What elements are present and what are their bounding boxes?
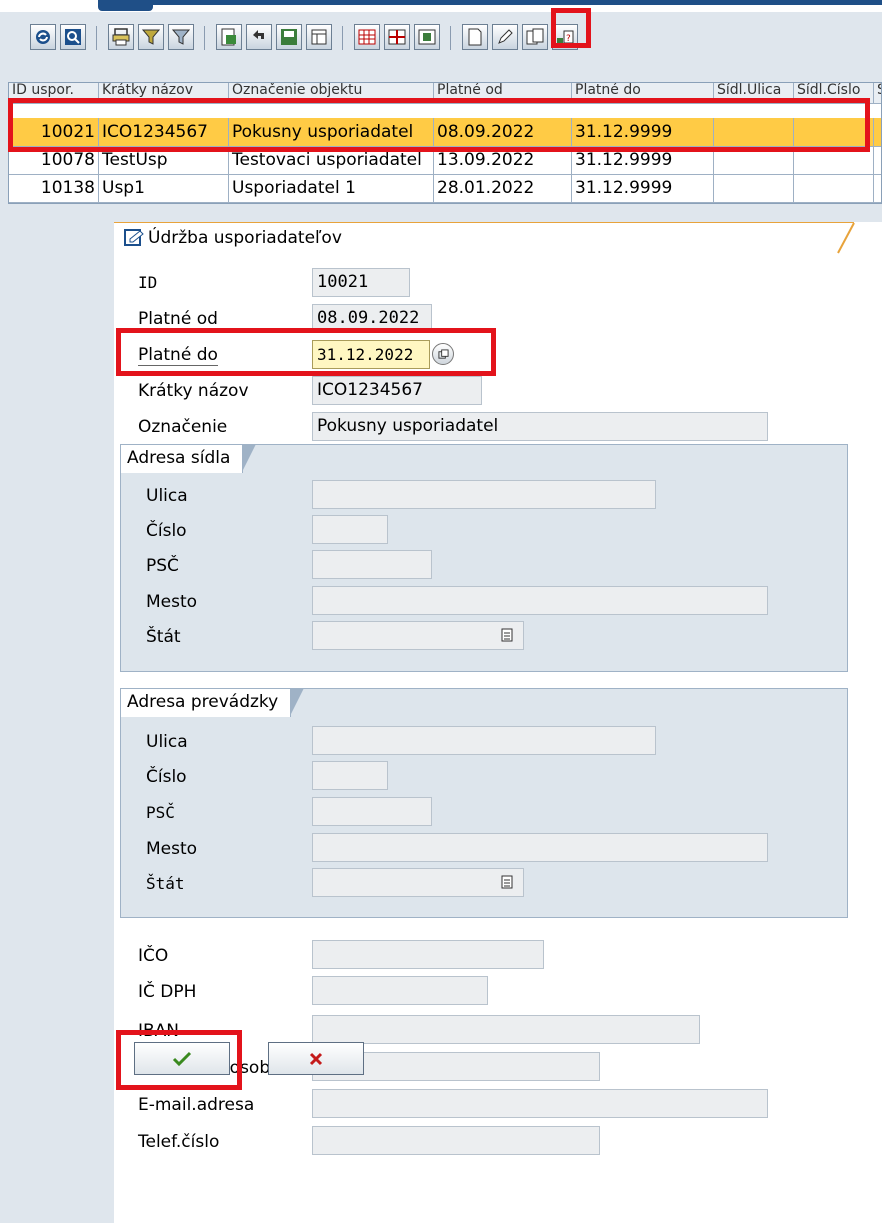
cancel-button[interactable]: [268, 1042, 364, 1075]
seat-street-label: Ulica: [146, 486, 188, 506]
toolbar-separator: [342, 26, 343, 50]
table-row[interactable]: 10138 Usp1 Usporiadatel 1 28.01.2022 31.…: [9, 174, 881, 203]
dropdown-icon[interactable]: [501, 874, 513, 890]
cell-extra: [874, 118, 881, 146]
short-name-label: Krátky názov: [138, 381, 249, 401]
cell-extra: [874, 146, 881, 174]
email-field[interactable]: [312, 1089, 768, 1118]
toolbar-separator: [204, 26, 205, 50]
highlight-valid-to: [116, 328, 496, 376]
cell-id: 10138: [9, 174, 99, 202]
short-name-field[interactable]: ICO1234567: [312, 376, 482, 405]
iban-field[interactable]: [312, 1015, 700, 1044]
highlight-selected-row: [8, 98, 870, 152]
grid-merge-icon[interactable]: [414, 24, 440, 50]
cell-seat-number: [794, 174, 874, 202]
print-icon[interactable]: [108, 24, 134, 50]
set-filter-icon[interactable]: [168, 24, 194, 50]
cancel-x-icon: [309, 1052, 323, 1065]
cell-seat-street: [714, 174, 794, 202]
seat-zip-field[interactable]: [312, 550, 432, 579]
dropdown-icon[interactable]: [501, 627, 513, 643]
op-zip-label: PSČ: [146, 803, 175, 822]
dialog-title: Údržba usporiadateľov: [148, 228, 342, 248]
seat-country-dropdown[interactable]: [312, 621, 524, 650]
grid-split-icon[interactable]: [384, 24, 410, 50]
left-panel: [8, 204, 114, 1223]
refresh-icon[interactable]: [30, 24, 56, 50]
dialog-title-bar: Údržba usporiadateľov: [114, 222, 854, 253]
column-header[interactable]: Sí: [874, 83, 881, 103]
filter-icon[interactable]: [138, 24, 164, 50]
edit-window-icon: [124, 229, 144, 246]
seat-number-field[interactable]: [312, 515, 388, 544]
toolbar-separator: [96, 26, 97, 50]
operation-address-title: Adresa prevádzky: [120, 688, 305, 717]
op-number-field[interactable]: [312, 761, 388, 790]
designation-label: Označenie: [138, 417, 228, 437]
op-street-label: Ulica: [146, 732, 188, 752]
ic-dph-label: IČ DPH: [138, 982, 197, 1002]
email-label: E-mail.adresa: [138, 1095, 255, 1115]
find-icon[interactable]: [60, 24, 86, 50]
designation-field[interactable]: Pokusny usporiadatel: [312, 412, 768, 441]
highlight-confirm-button: [116, 1030, 242, 1090]
op-country-dropdown[interactable]: [312, 868, 524, 897]
seat-city-label: Mesto: [146, 592, 198, 612]
application-toolbar: ?: [0, 12, 882, 62]
save-icon[interactable]: [276, 24, 302, 50]
cell-short-name: Usp1: [99, 174, 229, 202]
op-city-field[interactable]: [312, 833, 768, 862]
ic-dph-field[interactable]: [312, 976, 488, 1005]
ico-label: IČO: [138, 946, 169, 966]
op-city-label: Mesto: [146, 839, 198, 859]
ico-field[interactable]: [312, 940, 544, 969]
seat-number-label: Číslo: [146, 521, 187, 541]
export-icon[interactable]: [216, 24, 242, 50]
title-bar-fragment: [0, 0, 882, 12]
edit-pencil-icon[interactable]: [492, 24, 518, 50]
id-field[interactable]: 10021: [312, 268, 410, 297]
highlight-details-button: [551, 8, 591, 48]
cell-valid-from: 28.01.2022: [434, 174, 572, 202]
title-bar-fragment-text: [98, 0, 153, 11]
valid-from-label: Platné od: [138, 309, 218, 330]
cell-valid-to: 31.12.9999: [572, 174, 714, 202]
op-street-field[interactable]: [312, 726, 656, 755]
op-country-label: Štát: [146, 874, 185, 893]
seat-address-title: Adresa sídla: [120, 444, 257, 473]
cell-designation: Usporiadatel 1: [229, 174, 434, 202]
seat-city-field[interactable]: [312, 586, 768, 615]
phone-label: Telef.číslo: [138, 1132, 220, 1152]
op-zip-field[interactable]: [312, 797, 432, 826]
op-number-label: Číslo: [146, 767, 187, 787]
grid-icon[interactable]: [354, 24, 380, 50]
id-label: ID: [138, 273, 158, 292]
title-bar-line: [140, 0, 882, 5]
new-document-icon[interactable]: [462, 24, 488, 50]
cell-extra: [874, 174, 881, 202]
seat-zip-label: PSČ: [146, 556, 179, 576]
seat-street-field[interactable]: [312, 480, 656, 509]
toolbar-separator: [450, 26, 451, 50]
phone-field[interactable]: [312, 1126, 600, 1155]
undo-icon[interactable]: [246, 24, 272, 50]
layout-icon[interactable]: [306, 24, 332, 50]
title-corner-decoration: [837, 222, 855, 254]
seat-country-label: Štát: [146, 627, 181, 647]
copy-icon[interactable]: [522, 24, 548, 50]
